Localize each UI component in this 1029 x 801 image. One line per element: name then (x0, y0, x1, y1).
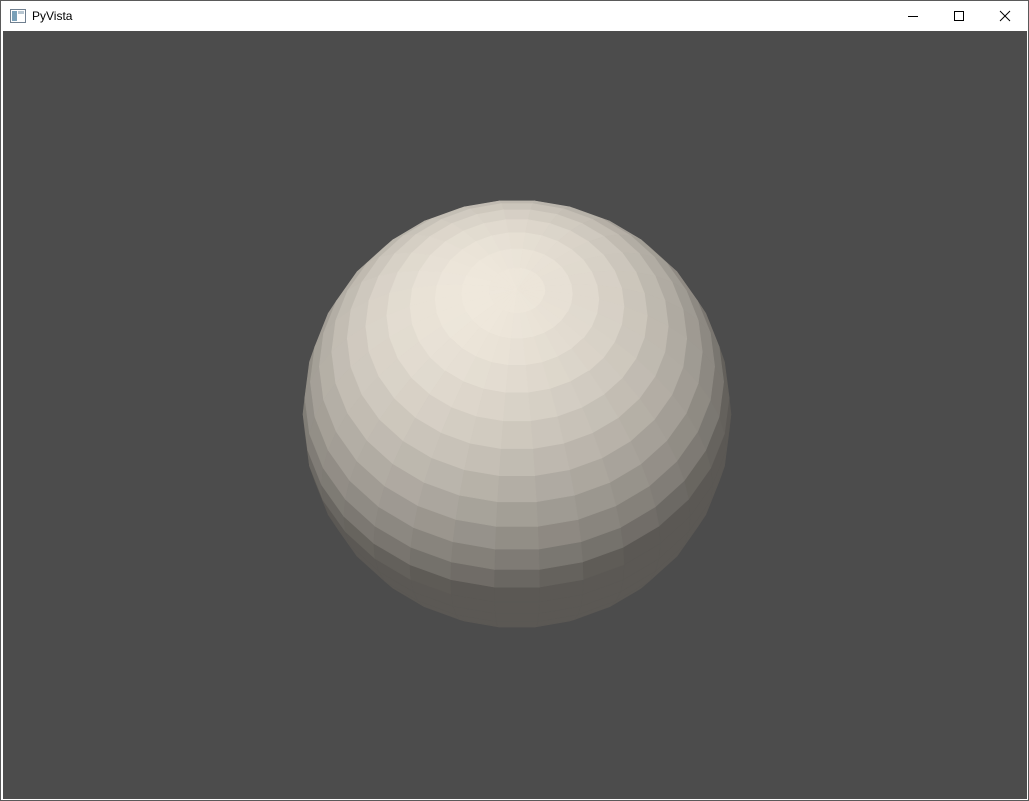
sphere-facet (495, 526, 539, 550)
sphere-facet (494, 601, 540, 614)
sphere-facet (495, 621, 539, 627)
close-button[interactable] (982, 1, 1028, 31)
maximize-icon (954, 11, 964, 21)
minimize-button[interactable] (890, 1, 936, 31)
sphere-facet (505, 365, 529, 394)
sphere-mesh (302, 200, 732, 628)
sphere-facet (498, 200, 536, 204)
sphere-facet (497, 475, 537, 503)
sphere-facet (503, 392, 531, 422)
render-scene[interactable] (3, 31, 1027, 799)
maximize-button[interactable] (936, 1, 982, 31)
window-title: PyVista (32, 9, 73, 23)
sphere-facet (495, 501, 539, 527)
sphere-facet (464, 442, 502, 477)
sphere-facet (505, 219, 529, 234)
sphere-facet (508, 338, 526, 366)
sphere-facet (532, 442, 570, 477)
sphere-facet (498, 448, 536, 477)
sphere-facet (503, 209, 531, 220)
sphere-facet (500, 203, 534, 211)
window-app-icon (10, 8, 26, 24)
title-bar[interactable]: PyVista (1, 1, 1028, 31)
sphere-facet (500, 420, 534, 449)
pyvista-window: PyVista (0, 0, 1029, 801)
sphere-facet (494, 586, 540, 603)
window-controls (890, 1, 1028, 31)
sphere-facet (494, 548, 540, 570)
close-icon (999, 10, 1011, 22)
sphere-facet (495, 613, 539, 622)
minimize-icon (908, 16, 918, 17)
render-viewport[interactable] (3, 31, 1027, 799)
sphere-facet (494, 569, 540, 588)
